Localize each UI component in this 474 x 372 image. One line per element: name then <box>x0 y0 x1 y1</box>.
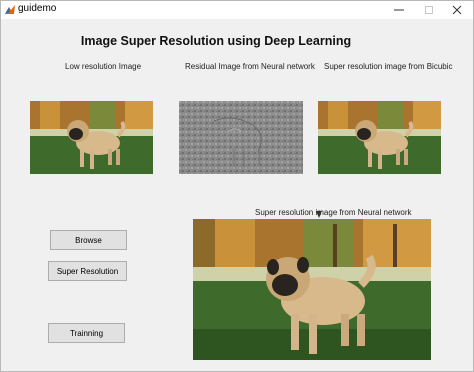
bicubic-image <box>318 101 441 174</box>
neural-label: Super resolution image from Neural netwo… <box>255 208 412 217</box>
low-res-label: Low resolution Image <box>65 62 142 71</box>
maximize-button[interactable] <box>414 1 444 19</box>
residual-image <box>179 101 303 174</box>
matlab-figure-icon <box>5 5 15 14</box>
mouse-cursor-icon <box>316 211 322 218</box>
residual-label: Residual Image from Neural network <box>185 62 315 71</box>
training-button[interactable]: Trainning <box>48 323 125 343</box>
title-bar: guidemo <box>1 1 473 19</box>
super-resolution-button[interactable]: Super Resolution <box>48 261 127 281</box>
window-title: guidemo <box>18 3 57 14</box>
figure-window: guidemo Image Super Resolution using Dee… <box>0 0 474 372</box>
minimize-button[interactable] <box>384 1 414 19</box>
minimize-icon <box>394 9 404 11</box>
bicubic-label: Super resolution image from Bicubic <box>324 62 453 71</box>
maximize-icon <box>425 6 433 14</box>
close-icon <box>452 5 462 15</box>
browse-button[interactable]: Browse <box>50 230 127 250</box>
close-button[interactable] <box>442 1 472 19</box>
page-title: Image Super Resolution using Deep Learni… <box>80 34 352 48</box>
neural-sr-image <box>193 219 431 360</box>
low-res-image <box>30 101 153 174</box>
